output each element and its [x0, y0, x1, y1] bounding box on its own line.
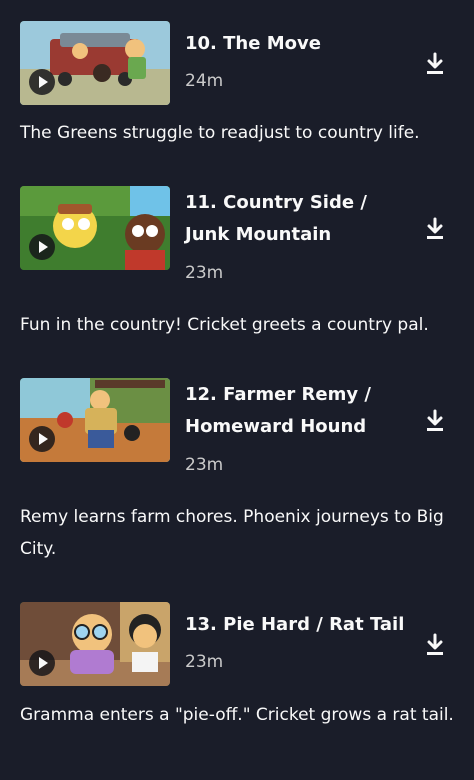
download-icon: [427, 217, 443, 239]
download-button[interactable]: [424, 216, 446, 242]
play-button[interactable]: [29, 234, 55, 260]
episode-description: Remy learns farm chores. Phoenix journey…: [20, 507, 444, 559]
episode-title: 10. The Move: [185, 33, 321, 54]
episode-duration: 23m: [185, 652, 224, 672]
play-icon: [39, 433, 48, 445]
episode-thumbnail[interactable]: [20, 186, 170, 270]
play-button[interactable]: [29, 426, 55, 452]
download-button[interactable]: [424, 408, 446, 434]
episode-title: 12. Farmer Remy / Homeward Hound: [185, 384, 371, 437]
play-icon: [39, 241, 48, 253]
download-icon: [427, 633, 443, 655]
download-button[interactable]: [424, 51, 446, 77]
episode-thumbnail[interactable]: [20, 602, 170, 686]
episode-duration: 23m: [185, 263, 224, 283]
episode-title: 11. Country Side / Junk Mountain: [185, 192, 367, 245]
download-icon: [427, 409, 443, 431]
play-icon: [39, 76, 48, 88]
download-button[interactable]: [424, 632, 446, 658]
play-icon: [39, 657, 48, 669]
episode-description: Gramma enters a "pie-off." Cricket grows…: [20, 705, 454, 725]
download-icon: [427, 52, 443, 74]
episode-duration: 24m: [185, 71, 224, 91]
episode-thumbnail[interactable]: [20, 21, 170, 105]
episode-title: 13. Pie Hard / Rat Tail: [185, 614, 405, 635]
play-button[interactable]: [29, 650, 55, 676]
episode-description: The Greens struggle to readjust to count…: [20, 123, 420, 143]
episode-thumbnail[interactable]: [20, 378, 170, 462]
play-button[interactable]: [29, 69, 55, 95]
episode-duration: 23m: [185, 455, 224, 475]
episode-description: Fun in the country! Cricket greets a cou…: [20, 315, 429, 335]
